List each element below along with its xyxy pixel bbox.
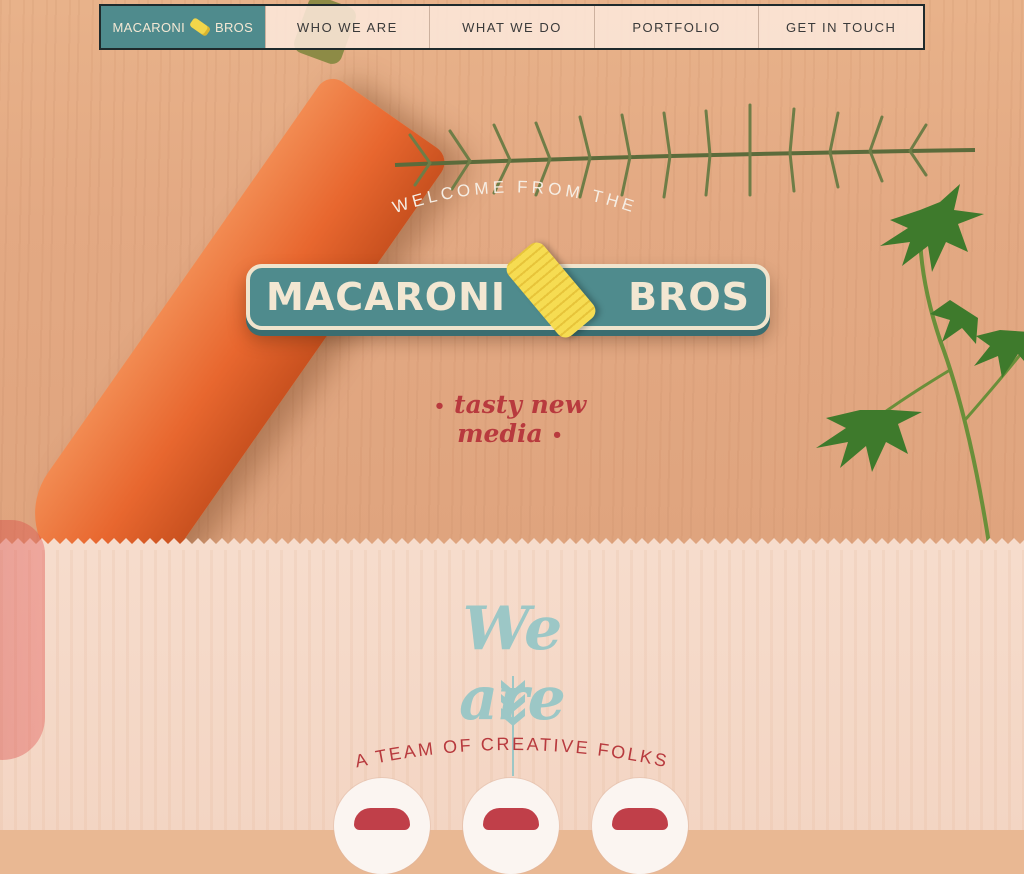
logo-word-left: MACARONI xyxy=(266,275,507,319)
team-text: A TEAM OF CREATIVE FOLKS xyxy=(353,734,668,771)
tagline-text: tasty new media xyxy=(454,390,587,448)
team-member-avatar[interactable] xyxy=(592,778,688,874)
nav-brand-left: MACARONI xyxy=(112,19,185,35)
mustache-icon xyxy=(483,808,539,830)
chili-pepper-illustration xyxy=(0,520,45,760)
svg-text:A TEAM OF CREATIVE FOLKS: A TEAM OF CREATIVE FOLKS xyxy=(353,734,671,771)
nav-item-get-in-touch[interactable]: GET IN TOUCH xyxy=(758,6,923,48)
mustache-icon xyxy=(354,808,410,830)
nav-brand-home[interactable]: MACARONI BROS xyxy=(101,6,265,48)
tagline: • tasty new media • xyxy=(433,390,587,448)
team-member-avatar[interactable] xyxy=(334,778,430,874)
macaroni-icon xyxy=(188,17,212,37)
nav-item-portfolio[interactable]: PORTFOLIO xyxy=(593,6,759,48)
nav-item-what-we-do[interactable]: WHAT WE DO xyxy=(429,6,594,48)
hero-logo: MACARONI BROS xyxy=(246,238,770,342)
welcome-text: WELCOME FROM THE xyxy=(390,177,636,217)
team-member-avatar[interactable] xyxy=(463,778,559,874)
logo-word-right: BROS xyxy=(628,275,750,319)
main-nav: MACARONI BROS WHO WE ARE WHAT WE DO PORT… xyxy=(99,4,925,50)
team-subheading: A TEAM OF CREATIVE FOLKS xyxy=(353,734,671,771)
nav-brand-right: BROS xyxy=(215,19,254,35)
mustache-icon xyxy=(612,808,668,830)
parsley-illustration xyxy=(816,184,1024,550)
zigzag-divider xyxy=(0,538,1024,550)
nav-item-who-we-are[interactable]: WHO WE ARE xyxy=(264,6,430,48)
svg-text:WELCOME FROM THE: WELCOME FROM THE xyxy=(390,177,640,217)
welcome-heading: WELCOME FROM THE xyxy=(390,177,640,217)
